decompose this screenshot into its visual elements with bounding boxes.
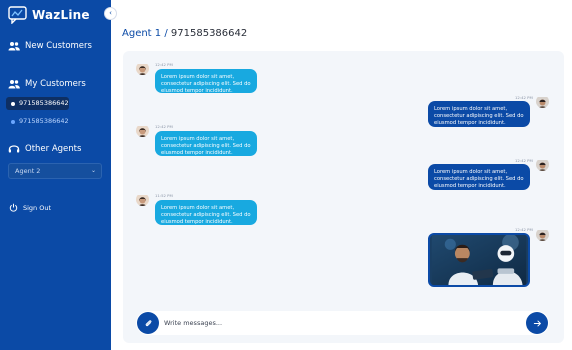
message-input[interactable] xyxy=(164,316,504,330)
avatar xyxy=(536,228,549,241)
message-bubble-outgoing: Lorem ipsum dolor sit amet, consectetur … xyxy=(428,101,530,127)
chat-panel xyxy=(123,51,564,343)
sign-out-label: Sign Out xyxy=(23,203,52,212)
nav-my-customers-label: My Customers xyxy=(25,79,86,89)
avatar xyxy=(536,158,549,171)
message-time: 12:42 PM xyxy=(155,124,173,129)
customer-item-active[interactable]: 971585386642 xyxy=(6,97,69,110)
users-icon xyxy=(8,42,20,51)
status-dot xyxy=(11,119,15,124)
customer-phone: 971585386642 xyxy=(170,28,248,39)
breadcrumb-separator: / xyxy=(164,28,168,39)
arrow-right-icon xyxy=(533,320,541,326)
app-name: WazLine xyxy=(32,8,90,22)
agent-select-value: Agent 2 xyxy=(15,167,41,175)
customer-number: 971585386642 xyxy=(19,117,69,125)
nav-my-customers[interactable]: My Customers xyxy=(8,79,86,89)
message-bubble-outgoing: Lorem ipsum dolor sit amet, consectetur … xyxy=(428,164,530,190)
nav-new-customers-label: New Customers xyxy=(25,41,92,51)
message-time: 12:42 PM xyxy=(155,62,173,67)
avatar xyxy=(136,193,149,206)
chat-bubble-logo-icon xyxy=(8,6,27,24)
message-time: 11:52 PM xyxy=(155,193,173,198)
nav-other-agents-label: Other Agents xyxy=(25,144,82,154)
man-with-robot-tablet-photo xyxy=(431,235,527,285)
agent-select[interactable]: Agent 2 ⌄ xyxy=(8,163,102,179)
nav-other-agents[interactable]: Other Agents xyxy=(8,144,81,154)
message-image[interactable] xyxy=(428,233,530,287)
message-time: 12:42 PM xyxy=(515,227,533,232)
message-bubble-incoming: Lorem ipsum dolor sit amet, consectetur … xyxy=(155,131,257,156)
sidebar: WazLine New Customers My Customers 97158… xyxy=(0,0,111,350)
status-dot xyxy=(11,101,15,106)
agent-name: Agent 1 xyxy=(122,28,162,39)
sign-out-button[interactable]: Sign Out xyxy=(9,203,51,212)
chevron-down-icon: ⌄ xyxy=(90,167,96,174)
message-composer xyxy=(136,311,549,335)
attach-button[interactable] xyxy=(137,312,159,334)
message-time: 12:42 PM xyxy=(515,95,533,100)
power-icon xyxy=(9,203,18,212)
users-icon xyxy=(8,80,20,89)
customer-number: 971585386642 xyxy=(19,99,69,107)
app-root: WazLine New Customers My Customers 97158… xyxy=(0,0,572,350)
avatar xyxy=(136,62,149,75)
avatar xyxy=(536,95,549,108)
message-bubble-incoming: Lorem ipsum dolor sit amet, consectetur … xyxy=(155,69,257,94)
headset-icon xyxy=(8,145,20,153)
avatar xyxy=(136,124,149,137)
message-time: 12:42 PM xyxy=(515,158,533,163)
chevron-left-icon[interactable]: ‹ xyxy=(104,7,117,20)
paperclip-icon xyxy=(145,319,151,326)
nav-new-customers[interactable]: New Customers xyxy=(8,41,92,51)
message-bubble-incoming: Lorem ipsum dolor sit amet, consectetur … xyxy=(155,200,257,225)
customer-item[interactable]: 971585386642 xyxy=(6,115,69,128)
page-title: Agent 1 / 971585386642 xyxy=(122,28,247,39)
send-button[interactable] xyxy=(526,312,548,334)
logo: WazLine xyxy=(8,6,90,24)
